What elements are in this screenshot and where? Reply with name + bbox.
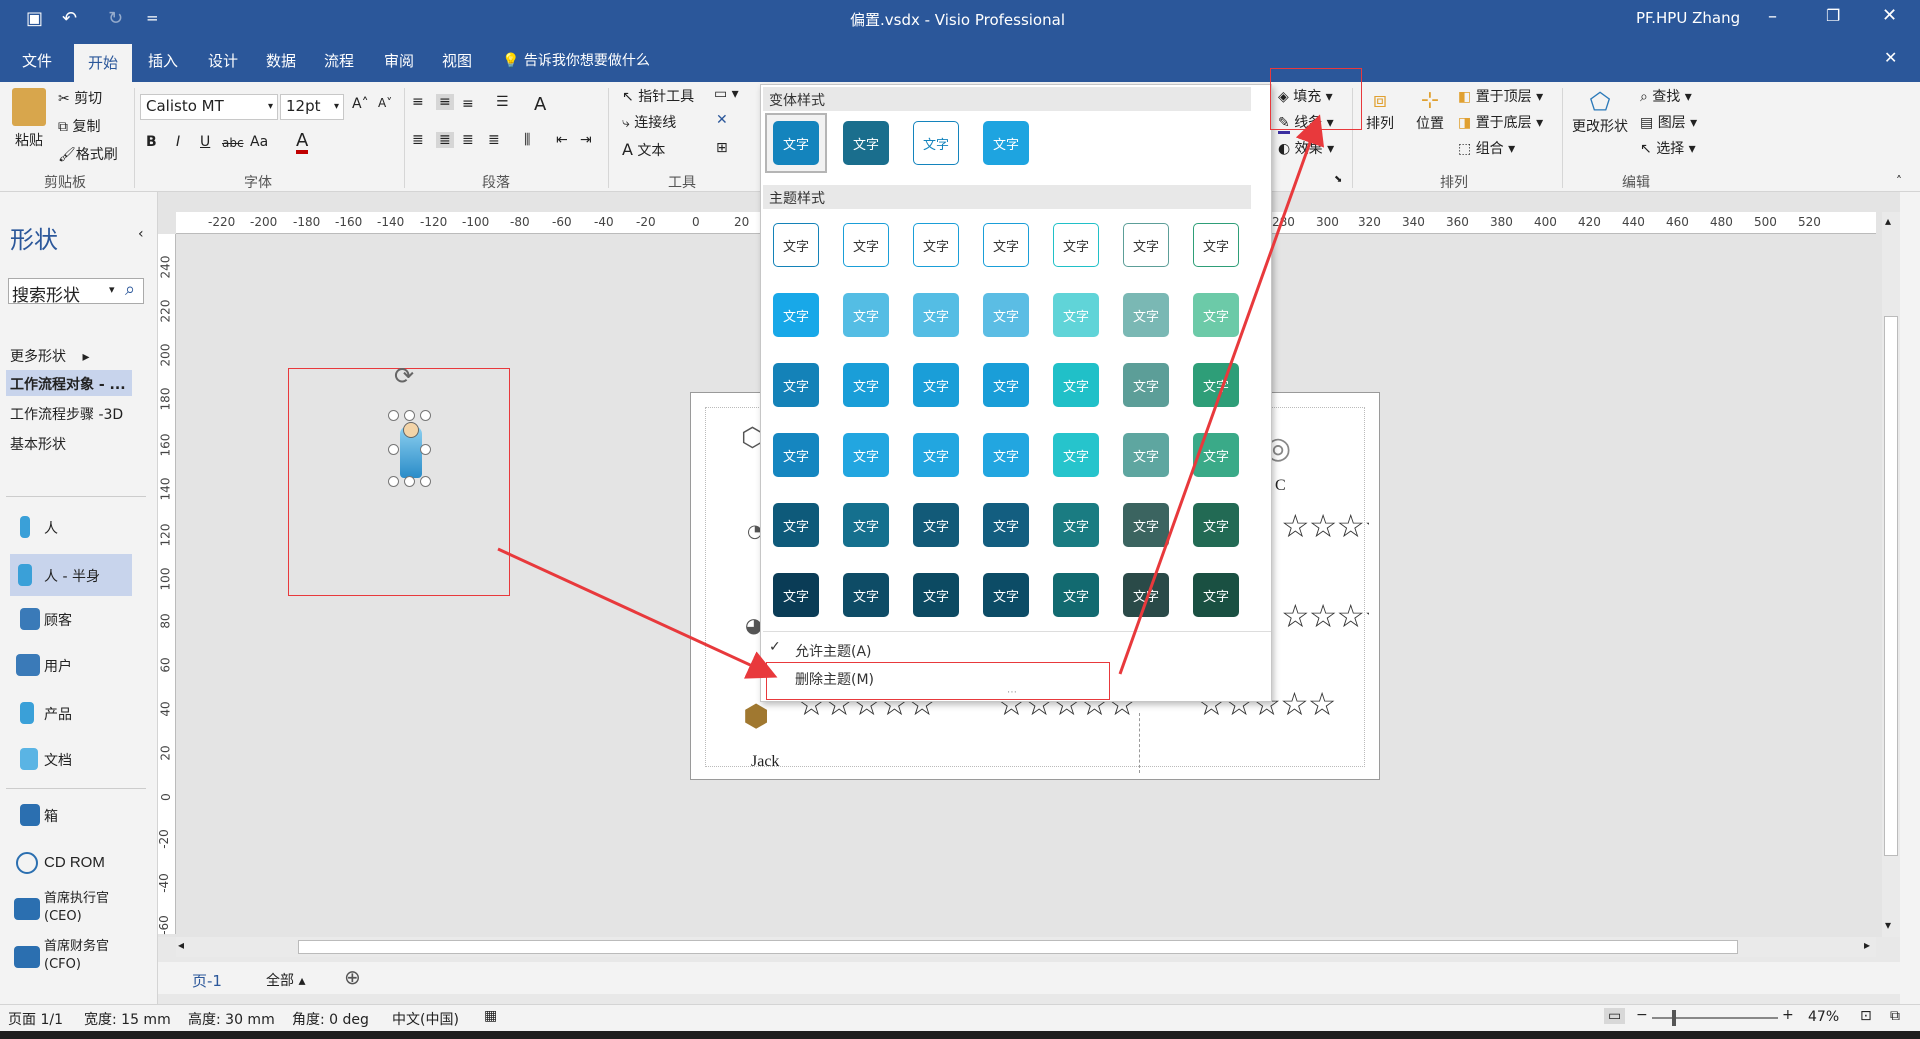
zoom-level[interactable]: 47% [1808, 1009, 1839, 1025]
zoom-slider[interactable] [1652, 1010, 1778, 1026]
zoom-slider-thumb[interactable] [1672, 1010, 1676, 1026]
zoom-in-icon[interactable]: + [1782, 1007, 1794, 1023]
all-pages-button[interactable]: 全部 ▴ [266, 970, 305, 990]
scroll-right-icon[interactable]: ▸ [1864, 938, 1870, 952]
arrow-to-line-button [1118, 114, 1325, 675]
scroll-up-icon[interactable]: ▴ [1885, 214, 1891, 228]
scroll-down-icon[interactable]: ▾ [1885, 918, 1891, 932]
add-page-icon[interactable]: ⊕ [344, 965, 361, 989]
status-language[interactable]: 中文(中国) [392, 1009, 459, 1029]
vertical-scrollbar[interactable]: ▴ ▾ [1882, 212, 1900, 937]
horizontal-scrollbar[interactable]: ◂ ▸ [176, 937, 1876, 957]
taskbar-strip [0, 1031, 1920, 1039]
status-angle: 角度: 0 deg [292, 1012, 369, 1028]
page-tab-1[interactable]: 页-1 [192, 970, 222, 991]
scroll-thumb[interactable] [1884, 316, 1898, 856]
annotation-arrows [497, 114, 1325, 679]
presentation-mode-icon[interactable]: ▭ [1604, 1008, 1626, 1024]
status-page[interactable]: 页面 1/1 [8, 1009, 63, 1029]
status-width: 宽度: 15 mm [84, 1012, 171, 1028]
caret-up-icon: ▴ [298, 973, 306, 989]
arrow-to-remove-theme [497, 547, 778, 679]
scroll-thumb[interactable] [298, 940, 1738, 954]
scroll-left-icon[interactable]: ◂ [178, 938, 184, 952]
right-edge [1900, 192, 1920, 1004]
all-pages-label: 全部 [266, 973, 294, 989]
macro-record-icon[interactable]: ▦ [484, 1008, 497, 1024]
zoom-out-icon[interactable]: − [1636, 1007, 1648, 1023]
status-height: 高度: 30 mm [188, 1012, 275, 1028]
page-tabs-bar: 页-1 全部 ▴ ⊕ [158, 962, 1900, 994]
switch-windows-icon[interactable]: ⧉ [1890, 1008, 1900, 1024]
fit-page-icon[interactable]: ⊡ [1860, 1008, 1872, 1024]
status-bar: 页面 1/1 宽度: 15 mm 高度: 30 mm 角度: 0 deg 中文(… [0, 1004, 1920, 1031]
